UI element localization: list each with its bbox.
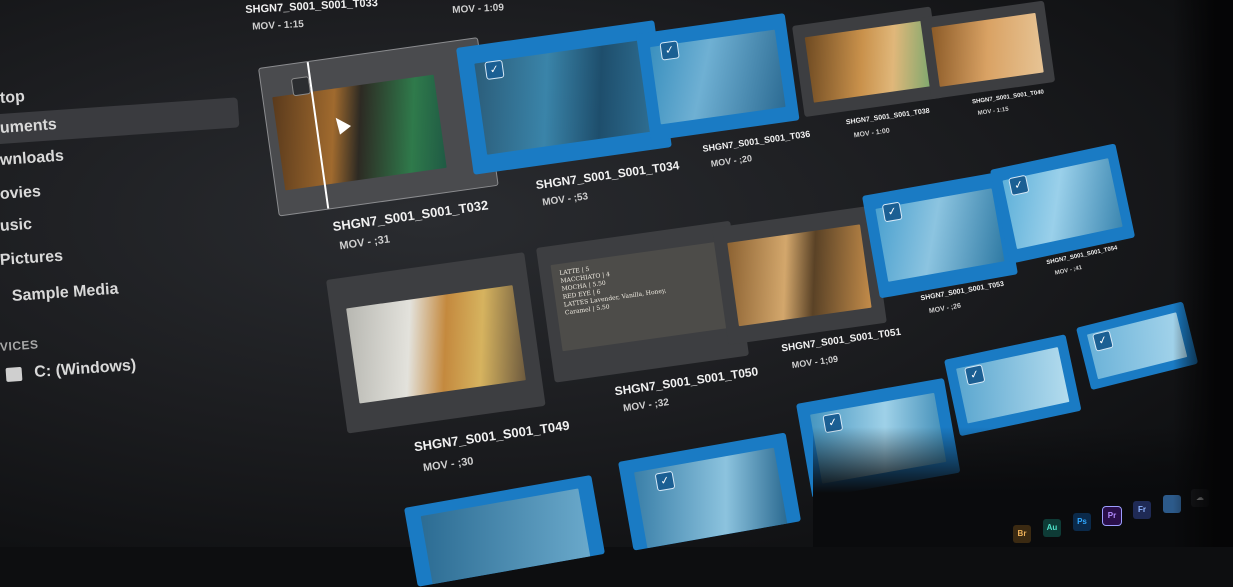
selection-checkbox[interactable] xyxy=(290,76,312,97)
sidebar-item-documents[interactable]: uments xyxy=(0,116,57,138)
selection-checkbox[interactable]: ✓ xyxy=(881,201,903,223)
sidebar-item-sample-media[interactable]: Sample Media xyxy=(11,281,119,306)
bridge-app-icon[interactable]: Br xyxy=(1013,525,1031,543)
sidebar: top uments wnloads ovies usic Pictures S… xyxy=(0,0,260,547)
app-label: Fr xyxy=(1138,505,1146,514)
devices-header: VICES xyxy=(0,337,39,354)
selection-checkbox[interactable]: ✓ xyxy=(1008,174,1030,197)
app-label: Ps xyxy=(1077,517,1087,526)
sidebar-item-music[interactable]: usic xyxy=(0,216,33,236)
thumbnail[interactable]: ✓ xyxy=(636,13,800,141)
thumbnail[interactable] xyxy=(326,252,546,434)
selection-checkbox[interactable]: ✓ xyxy=(484,59,505,81)
app-label: Pr xyxy=(1107,511,1117,520)
sidebar-item-movies[interactable]: ovies xyxy=(0,183,41,204)
fresco-app-icon[interactable]: Fr xyxy=(1133,501,1151,519)
drive-icon xyxy=(5,366,23,382)
selection-checkbox[interactable]: ✓ xyxy=(659,40,680,61)
thumbnail[interactable] xyxy=(920,0,1056,100)
thumbnail-image xyxy=(474,40,654,155)
thumbnail-image xyxy=(726,223,872,327)
sidebar-item-desktop[interactable]: top xyxy=(0,88,25,108)
sidebar-item-label: uments xyxy=(0,116,58,137)
sidebar-item-label: top xyxy=(0,88,26,107)
thumbnail[interactable] xyxy=(712,205,887,345)
sidebar-item-label: Pictures xyxy=(0,247,64,269)
thumbnail-image xyxy=(955,346,1070,424)
app-label: Au xyxy=(1046,523,1058,532)
sidebar-item-label: Sample Media xyxy=(11,280,120,305)
sidebar-item-pictures[interactable]: Pictures xyxy=(0,248,64,270)
monitor-bezel xyxy=(1173,0,1233,547)
sidebar-item-label: usic xyxy=(0,215,33,235)
sidebar-item-downloads[interactable]: wnloads xyxy=(0,148,64,170)
thumbnail-image xyxy=(931,13,1044,87)
photoshop-app-icon[interactable]: Ps xyxy=(1073,513,1091,531)
sidebar-item-drive-c[interactable]: C: (Windows) xyxy=(5,356,137,384)
taskbar: Br Au Ps Pr Fr ☁ xyxy=(813,427,1233,547)
audition-app-icon[interactable]: Au xyxy=(1043,519,1061,537)
thumbnail-image: LATTE | 5 MACCHIATO | 4 MOCHA | 5.50 RED… xyxy=(550,241,734,352)
sidebar-item-label: C: (Windows) xyxy=(33,356,137,381)
thumbnail-image xyxy=(346,285,526,404)
selection-checkbox[interactable]: ✓ xyxy=(654,470,676,492)
premiere-app-icon[interactable]: Pr xyxy=(1102,506,1122,526)
sidebar-item-label: wnloads xyxy=(0,147,65,169)
sidebar-item-label: ovies xyxy=(0,183,42,203)
thumbnail-image xyxy=(1002,158,1123,249)
app-label: Br xyxy=(1017,529,1027,538)
devices-header-label: VICES xyxy=(0,337,39,354)
thumbnail-image xyxy=(420,488,591,585)
thumbnail-image xyxy=(804,20,931,103)
selection-checkbox[interactable]: ✓ xyxy=(964,364,986,386)
menu-board: LATTE | 5 MACCHIATO | 4 MOCHA | 5.50 RED… xyxy=(559,248,721,317)
